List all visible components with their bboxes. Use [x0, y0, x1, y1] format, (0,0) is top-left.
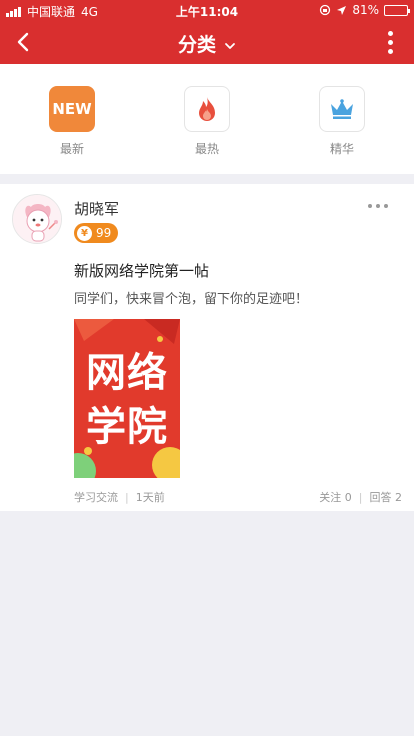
stats-divider: | [358, 491, 363, 504]
post-category[interactable]: 学习交流 [74, 491, 118, 504]
post-more-button[interactable] [368, 204, 388, 208]
post-stats: 关注 0 | 回答 2 [319, 489, 402, 505]
category-dropdown[interactable]: 分类 [0, 30, 414, 57]
post-image-text-bottom: 学院 [86, 404, 168, 450]
battery-icon [384, 4, 410, 16]
coin-badge: ¥ 99 [74, 223, 119, 243]
author-name[interactable]: 胡晓军 [74, 198, 119, 219]
post-content: 同学们，快来冒个泡，留下你的足迹吧！ [74, 292, 309, 307]
coin-count: 99 [96, 226, 112, 240]
meta-divider: | [125, 491, 129, 504]
post-card[interactable]: 胡晓军 ¥ 99 新版网络学院第一帖 同学们，快来冒个泡，留下你的足迹吧！ 网络… [0, 184, 414, 511]
post-title[interactable]: 新版网络学院第一帖 [74, 260, 209, 281]
tab-featured[interactable]: 精华 [297, 86, 387, 157]
tab-featured-label: 精华 [329, 142, 354, 156]
crown-icon [319, 86, 365, 132]
avatar[interactable] [12, 194, 62, 244]
nav-bar: 分类 [0, 20, 414, 64]
flame-icon [184, 86, 230, 132]
status-right: 81% [319, 3, 410, 17]
post-time: 1天前 [135, 491, 165, 504]
coin-icon: ¥ [77, 225, 92, 241]
chevron-down-icon [225, 42, 235, 49]
page-title: 分类 [177, 34, 216, 56]
post-image[interactable]: 网络 学院 [74, 319, 180, 478]
more-menu-button[interactable] [380, 28, 400, 56]
post-meta: 学习交流 | 1天前 [74, 489, 165, 505]
tab-newest[interactable]: NEW 最新 [27, 86, 117, 157]
new-badge-icon: NEW [49, 86, 95, 132]
status-bar: 中国联通 4G 上午11:04 81% [0, 0, 414, 20]
category-tabs: NEW 最新 最热 精华 [0, 64, 414, 174]
horizontal-ellipsis-icon [368, 204, 372, 208]
tab-hottest[interactable]: 最热 [162, 86, 252, 157]
answer-count[interactable]: 回答 2 [370, 491, 403, 504]
follow-count[interactable]: 关注 0 [319, 491, 352, 504]
post-image-text-top: 网络 [86, 350, 168, 396]
tab-hottest-label: 最热 [194, 142, 219, 156]
battery-percent: 81% [352, 3, 379, 17]
tab-newest-label: 最新 [59, 142, 84, 156]
orientation-lock-icon [320, 4, 331, 16]
vertical-ellipsis-icon [387, 30, 393, 36]
location-arrow-icon [337, 5, 347, 15]
